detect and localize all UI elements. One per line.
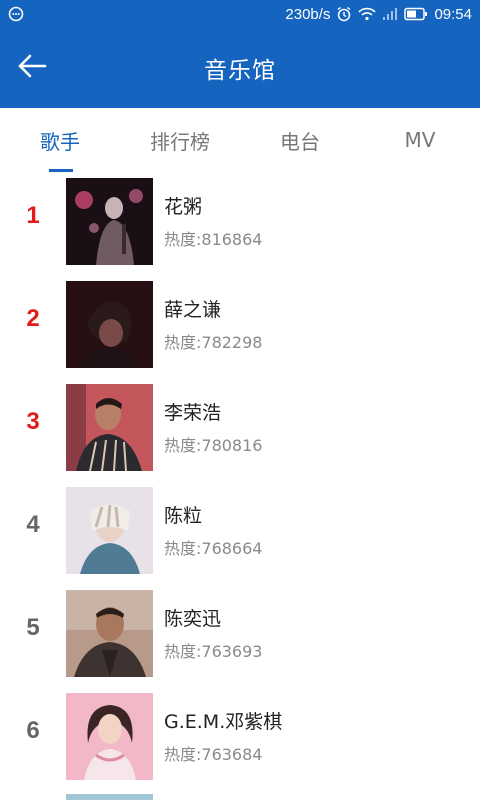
artist-heat: 热度:763684 xyxy=(164,745,263,764)
list-item[interactable]: 3 李荣浩 热度:780816 xyxy=(0,378,480,481)
artist-heat: 热度:763693 xyxy=(164,642,263,661)
next-artist-avatar-partial xyxy=(66,794,153,800)
network-speed: 230b/s xyxy=(285,5,331,23)
wifi-icon xyxy=(358,7,377,21)
artist-heat: 热度:782298 xyxy=(164,333,263,352)
notification-icon xyxy=(8,6,24,22)
list-item[interactable]: 2 薛之谦 热度:782298 xyxy=(0,275,480,378)
tab-charts[interactable]: 排行榜 xyxy=(120,108,240,172)
artist-heat: 热度:816864 xyxy=(164,230,263,249)
status-bar: 230b/s 09:54 xyxy=(0,0,480,28)
artist-name: 薛之谦 xyxy=(164,299,222,321)
artist-heat: 热度:780816 xyxy=(164,436,263,455)
rank-number: 5 xyxy=(26,614,40,641)
page-title: 音乐馆 xyxy=(204,58,276,84)
tab-radio[interactable]: 电台 xyxy=(240,108,360,172)
clock: 09:54 xyxy=(434,5,472,23)
artist-avatar xyxy=(66,178,153,265)
list-item[interactable]: 6 G.E.M.邓紫棋 热度:763684 xyxy=(0,687,480,790)
artist-avatar xyxy=(66,487,153,574)
rank-number: 2 xyxy=(26,305,40,332)
artist-name: 陈粒 xyxy=(164,505,203,527)
artist-name: G.E.M.邓紫棋 xyxy=(164,711,283,733)
rank-number: 3 xyxy=(26,408,40,435)
rank-number: 4 xyxy=(26,511,40,538)
rank-number: 6 xyxy=(26,717,40,744)
tab-mv[interactable]: MV xyxy=(360,108,480,172)
battery-icon xyxy=(404,7,428,21)
tab-bar: 歌手 排行榜 电台 MV xyxy=(0,108,480,172)
alarm-icon xyxy=(336,6,352,22)
artist-avatar xyxy=(66,693,153,780)
signal-icon xyxy=(382,7,398,21)
artist-avatar xyxy=(66,384,153,471)
app-bar: 音乐馆 xyxy=(0,28,480,108)
rank-number: 1 xyxy=(26,202,40,229)
list-item[interactable]: 5 陈奕迅 热度:763693 xyxy=(0,584,480,687)
artist-name: 李荣浩 xyxy=(164,402,222,424)
artist-list: 1 花粥 热度:816864 2 薛之谦 热度:782298 3 李荣浩 热度:… xyxy=(0,172,480,790)
list-item[interactable]: 1 花粥 热度:816864 xyxy=(0,172,480,275)
artist-heat: 热度:768664 xyxy=(164,539,263,558)
artist-avatar xyxy=(66,281,153,368)
list-item[interactable]: 4 陈粒 热度:768664 xyxy=(0,481,480,584)
artist-avatar xyxy=(66,590,153,677)
artist-name: 花粥 xyxy=(164,196,203,218)
tab-singers[interactable]: 歌手 xyxy=(0,108,120,172)
artist-name: 陈奕迅 xyxy=(164,608,222,630)
